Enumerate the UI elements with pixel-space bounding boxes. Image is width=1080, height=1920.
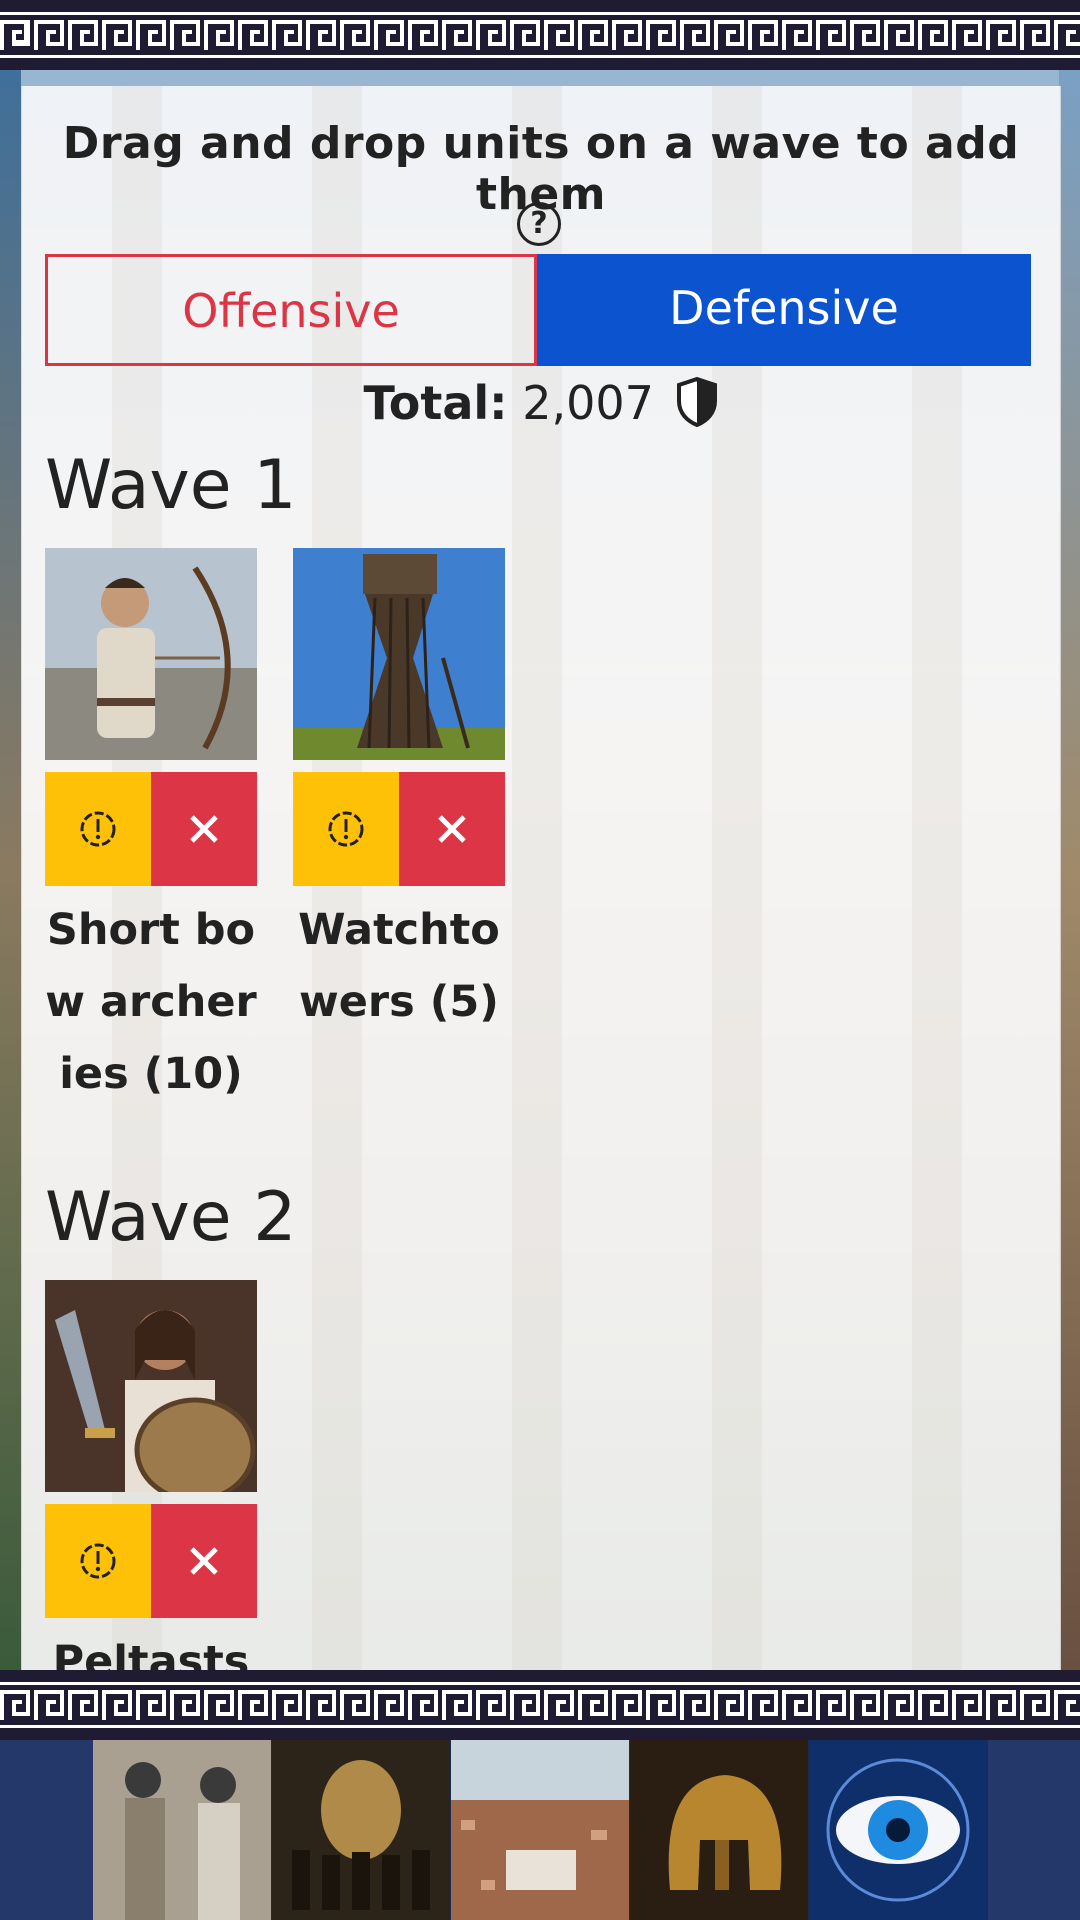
info-icon bbox=[80, 1543, 116, 1579]
unit-card-archers[interactable]: Short bow archeries (10) bbox=[45, 548, 257, 1110]
total-label: Total: bbox=[363, 376, 508, 430]
info-button[interactable] bbox=[45, 772, 151, 886]
remove-button[interactable] bbox=[151, 1504, 257, 1618]
nav-army[interactable] bbox=[272, 1740, 450, 1920]
nav-diplomacy[interactable] bbox=[93, 1740, 271, 1920]
unit-actions bbox=[45, 772, 257, 886]
unit-card-peltasts[interactable]: Peltasts bbox=[45, 1280, 257, 1670]
remove-button[interactable] bbox=[151, 772, 257, 886]
background-scene-right bbox=[1059, 70, 1080, 1670]
nav-eye[interactable] bbox=[809, 1740, 987, 1920]
close-icon bbox=[190, 1547, 218, 1575]
remove-button[interactable] bbox=[399, 772, 505, 886]
unit-actions bbox=[293, 772, 505, 886]
unit-name: Watchtowers (5) bbox=[298, 905, 500, 1027]
info-button[interactable] bbox=[45, 1504, 151, 1618]
tab-defensive[interactable]: Defensive bbox=[537, 254, 1031, 366]
unit-name: Short bow archeries (10) bbox=[45, 905, 257, 1099]
nav-helmet[interactable] bbox=[630, 1740, 808, 1920]
wave-2-title: Wave 2 bbox=[45, 1178, 297, 1257]
wave-1-title: Wave 1 bbox=[45, 446, 297, 525]
wave-editor-panel: Drag and drop units on a wave to add the… bbox=[21, 86, 1061, 1670]
nav-edge-left bbox=[0, 1740, 93, 1920]
unit-actions bbox=[45, 1504, 257, 1618]
watchtower-image[interactable] bbox=[293, 548, 505, 760]
unit-card-watchtowers[interactable]: Watchtowers (5) bbox=[293, 548, 505, 1038]
total-value: 2,007 bbox=[522, 376, 654, 430]
nav-edge-right bbox=[988, 1740, 1080, 1920]
total-readout: Total: 2,007 bbox=[22, 376, 1060, 438]
question-circle-icon[interactable]: ? bbox=[517, 202, 561, 246]
background-scene-left bbox=[0, 70, 21, 1670]
unit-name: Peltasts bbox=[52, 1637, 250, 1670]
info-icon bbox=[80, 811, 116, 847]
tab-offensive[interactable]: Offensive bbox=[45, 254, 537, 366]
close-icon bbox=[190, 815, 218, 843]
bottom-nav bbox=[0, 1740, 1080, 1920]
info-button[interactable] bbox=[293, 772, 399, 886]
nav-city[interactable] bbox=[451, 1740, 629, 1920]
greek-key-border-bottom bbox=[0, 1670, 1080, 1740]
peltast-image[interactable] bbox=[45, 1280, 257, 1503]
close-icon bbox=[438, 815, 466, 843]
greek-key-border-top bbox=[0, 0, 1080, 70]
shield-icon bbox=[675, 376, 719, 438]
archer-image[interactable] bbox=[45, 548, 257, 760]
info-icon bbox=[328, 811, 364, 847]
